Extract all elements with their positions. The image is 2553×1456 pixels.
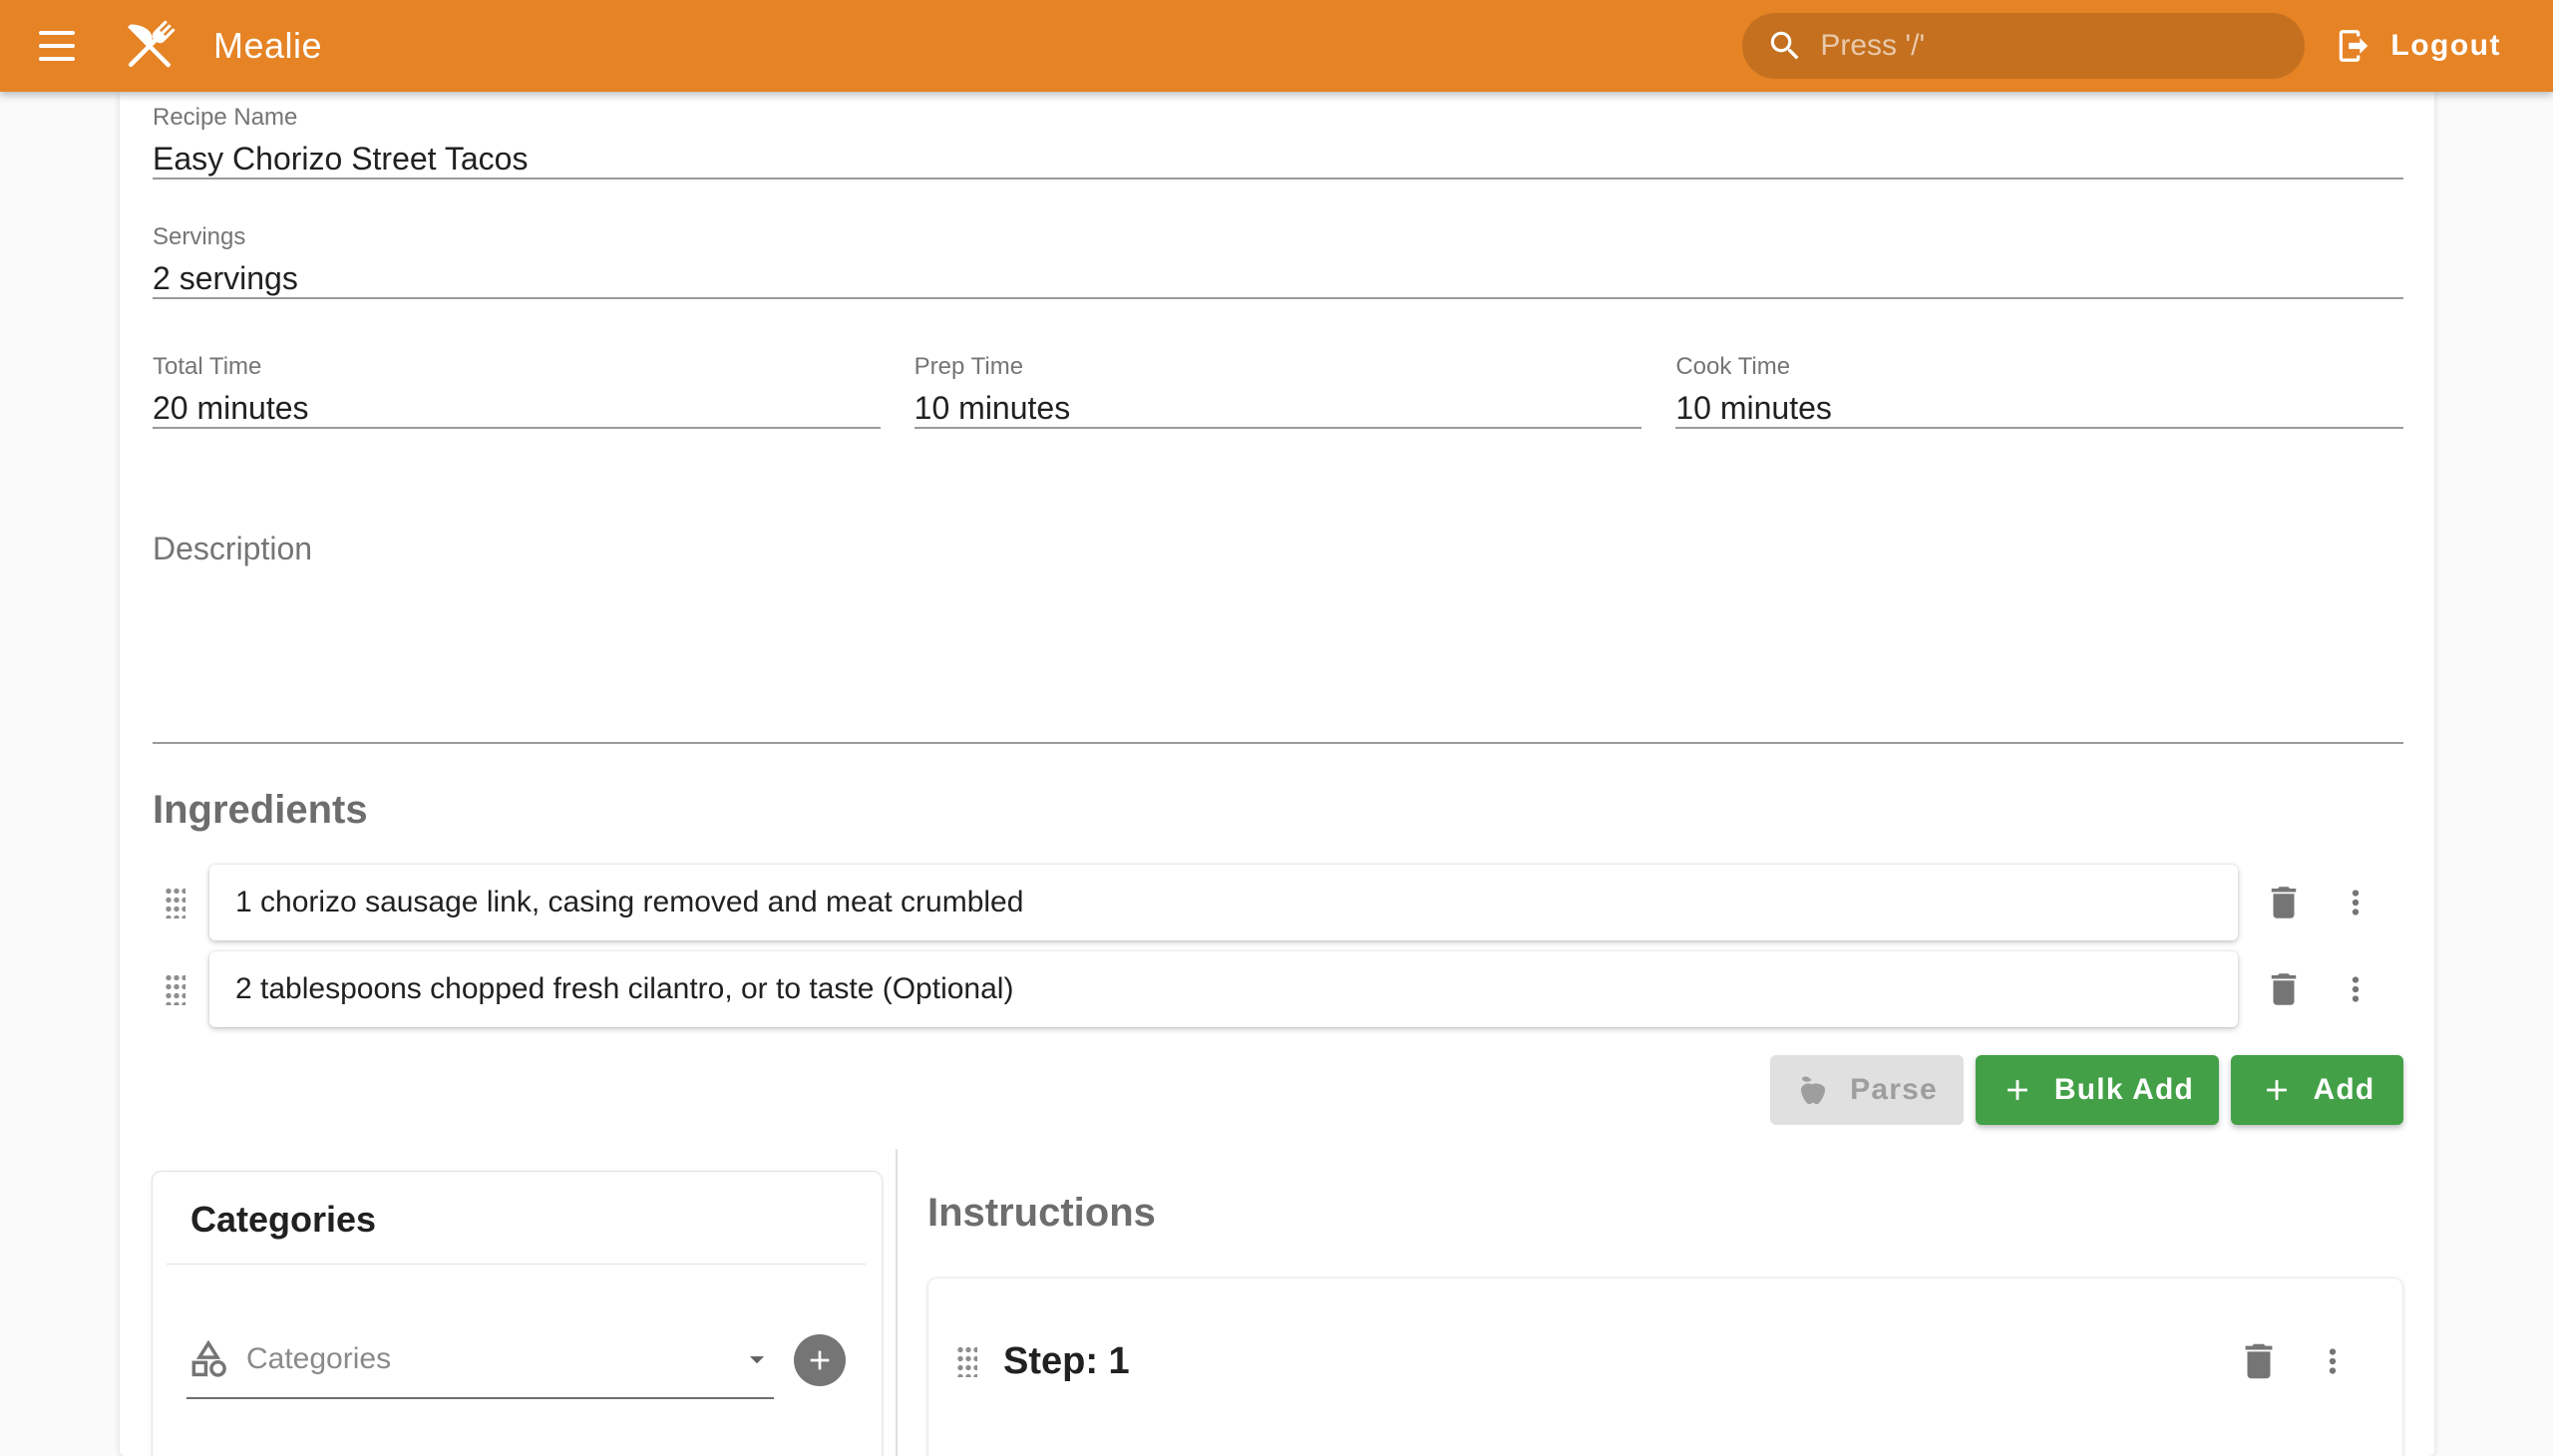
plus-icon xyxy=(2001,1073,2034,1107)
drag-handle-icon[interactable] xyxy=(165,973,185,1005)
delete-ingredient-button[interactable] xyxy=(2260,965,2308,1013)
step-header: Step: 1 xyxy=(956,1333,2357,1389)
plus-icon xyxy=(804,1344,836,1376)
recipe-editor-card: Recipe Name Servings Total Time Prep Tim… xyxy=(120,92,2434,1456)
kebab-menu-icon xyxy=(2337,970,2374,1008)
step-menu-button[interactable] xyxy=(2309,1337,2357,1385)
add-label: Add xyxy=(2314,1073,2375,1107)
column-divider xyxy=(896,1149,898,1456)
app-header: Mealie Logout xyxy=(0,0,2553,92)
prep-time-field[interactable]: Prep Time xyxy=(914,353,1642,429)
logout-label: Logout xyxy=(2390,29,2501,63)
fork-knife-logo-icon[interactable] xyxy=(114,10,185,82)
recipe-name-label: Recipe Name xyxy=(153,104,2403,132)
logout-icon xyxy=(2335,27,2372,65)
search-bar[interactable] xyxy=(1742,13,2305,79)
search-icon xyxy=(1766,27,1804,65)
add-category-button[interactable] xyxy=(794,1334,846,1386)
kebab-menu-icon xyxy=(2337,884,2374,921)
app-title: Mealie xyxy=(213,25,322,67)
trash-icon xyxy=(2263,968,2305,1010)
times-row: Total Time Prep Time Cook Time xyxy=(153,353,2403,429)
instructions-heading: Instructions xyxy=(927,1189,1156,1237)
ingredient-menu-button[interactable] xyxy=(2332,965,2379,1013)
total-time-input[interactable] xyxy=(153,389,881,427)
servings-input[interactable] xyxy=(153,259,2403,297)
parse-button[interactable]: Parse xyxy=(1770,1055,1964,1125)
categories-select-label: Categories xyxy=(246,1342,740,1376)
apple-icon xyxy=(1796,1073,1830,1107)
hamburger-menu-icon[interactable] xyxy=(22,11,92,81)
bulk-add-label: Bulk Add xyxy=(2054,1073,2194,1107)
ingredient-input-card[interactable] xyxy=(209,951,2238,1027)
categories-card: Categories Categories xyxy=(152,1171,883,1456)
step-title: Step: 1 xyxy=(1003,1340,1130,1383)
kebab-menu-icon xyxy=(2314,1342,2352,1380)
ingredients-heading: Ingredients xyxy=(153,786,368,834)
recipe-name-field[interactable]: Recipe Name xyxy=(153,104,2403,180)
chevron-down-icon[interactable] xyxy=(740,1342,774,1376)
cook-time-field[interactable]: Cook Time xyxy=(1675,353,2403,429)
delete-step-button[interactable] xyxy=(2235,1337,2283,1385)
servings-field[interactable]: Servings xyxy=(153,223,2403,299)
add-ingredient-button[interactable]: Add xyxy=(2231,1055,2403,1125)
card-divider xyxy=(167,1264,866,1265)
ingredient-row xyxy=(153,951,2403,1027)
ingredient-row xyxy=(153,865,2403,940)
ingredient-actions-row: Parse Bulk Add Add xyxy=(153,1055,2403,1125)
cook-time-input[interactable] xyxy=(1675,389,2403,427)
cook-time-label: Cook Time xyxy=(1675,353,2403,381)
total-time-label: Total Time xyxy=(153,353,881,381)
ingredient-input[interactable] xyxy=(209,886,2238,919)
ingredient-input-card[interactable] xyxy=(209,865,2238,940)
description-field[interactable]: Description xyxy=(153,529,2403,744)
instruction-step-card: Step: 1 Combine crumbled chorizo and chi… xyxy=(927,1277,2403,1456)
servings-label: Servings xyxy=(153,223,2403,251)
logout-button[interactable]: Logout xyxy=(2335,11,2501,81)
categories-select[interactable]: Categories xyxy=(186,1321,774,1399)
trash-icon xyxy=(2263,882,2305,923)
delete-ingredient-button[interactable] xyxy=(2260,879,2308,926)
prep-time-label: Prep Time xyxy=(914,353,1642,381)
search-input[interactable] xyxy=(1820,29,2281,63)
plus-icon xyxy=(2260,1073,2294,1107)
categories-card-title: Categories xyxy=(190,1198,376,1242)
recipe-name-input[interactable] xyxy=(153,140,2403,178)
total-time-field[interactable]: Total Time xyxy=(153,353,881,429)
parse-label: Parse xyxy=(1850,1073,1938,1107)
shapes-icon xyxy=(186,1337,230,1381)
ingredient-menu-button[interactable] xyxy=(2332,879,2379,926)
bulk-add-button[interactable]: Bulk Add xyxy=(1976,1055,2219,1125)
drag-handle-icon[interactable] xyxy=(165,887,185,918)
drag-handle-icon[interactable] xyxy=(956,1345,977,1377)
ingredient-input[interactable] xyxy=(209,972,2238,1006)
trash-icon xyxy=(2236,1338,2282,1384)
prep-time-input[interactable] xyxy=(914,389,1642,427)
description-label: Description xyxy=(153,529,2403,568)
